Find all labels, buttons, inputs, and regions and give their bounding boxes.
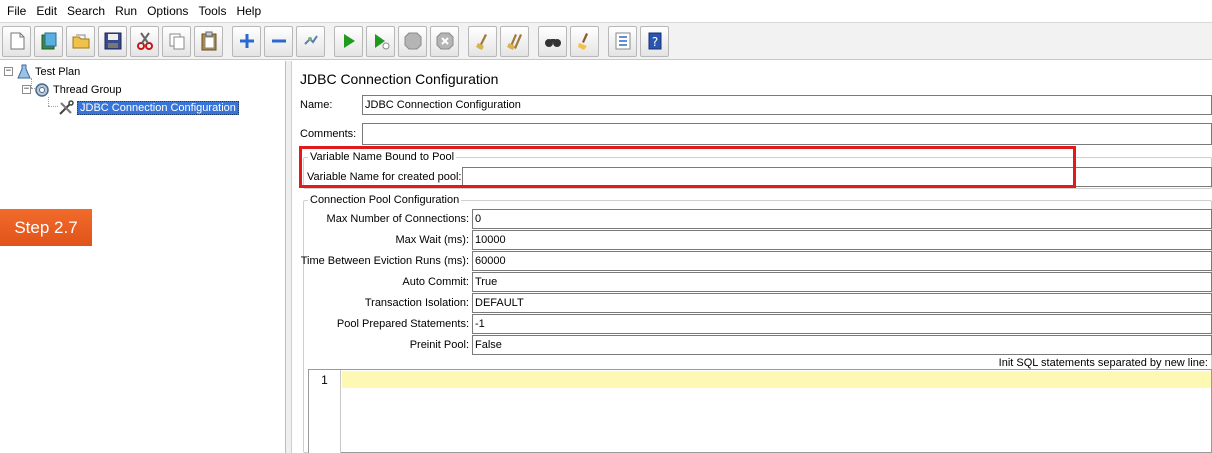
copy-button[interactable] [162, 25, 191, 57]
tree-node-thread-group[interactable]: − Thread Group [22, 81, 121, 98]
save-icon [104, 32, 121, 50]
clear-all-button[interactable] [500, 25, 529, 57]
gear-icon [34, 82, 50, 98]
start-button[interactable] [334, 25, 363, 57]
open-icon [72, 34, 89, 49]
svg-text:?: ? [651, 35, 657, 49]
page-title: JDBC Connection Configuration [300, 71, 499, 87]
menu-edit[interactable]: Edit [31, 0, 62, 22]
cut-icon [136, 32, 153, 50]
stop-button[interactable] [398, 25, 427, 57]
menu-options[interactable]: Options [142, 0, 193, 22]
toggle-icon [303, 35, 318, 45]
shutdown-button[interactable] [430, 25, 459, 57]
transaction-isolation-select[interactable]: DEFAULT [472, 293, 1212, 313]
menu-file[interactable]: File [2, 0, 31, 22]
max-wait-field[interactable]: 10000 [472, 230, 1212, 250]
tree-node-test-plan[interactable]: − Test Plan [4, 63, 80, 80]
copy-icon [169, 33, 184, 50]
name-field[interactable]: JDBC Connection Configuration [362, 95, 1212, 115]
new-button[interactable] [2, 25, 31, 57]
search-button[interactable] [538, 25, 567, 57]
connection-pool-group-title: Connection Pool Configuration [308, 194, 462, 206]
prepared-statements-field[interactable]: -1 [472, 314, 1212, 334]
eviction-runs-label: Time Between Eviction Runs (ms): [300, 255, 469, 267]
shutdown-icon [436, 32, 453, 50]
paste-button[interactable] [194, 25, 223, 57]
test-plan-tree: − Test Plan − Thread Group JDBC Connecti… [0, 61, 286, 453]
config-panel: JDBC Connection Configuration Name: JDBC… [293, 61, 1212, 453]
start-icon [343, 34, 355, 48]
reset-search-button[interactable] [570, 25, 599, 57]
stop-icon [404, 32, 421, 50]
start-no-timers-button[interactable] [366, 25, 395, 57]
new-icon [10, 32, 24, 50]
current-line-highlight[interactable] [342, 371, 1211, 388]
auto-commit-label: Auto Commit: [402, 276, 469, 288]
cut-button[interactable] [130, 25, 159, 57]
function-helper-icon [615, 32, 630, 50]
collapse-toggle-icon[interactable]: − [22, 85, 31, 94]
toggle-button[interactable] [296, 25, 325, 57]
expand-button[interactable] [232, 25, 261, 57]
menu-tools[interactable]: Tools [193, 0, 231, 22]
transaction-isolation-label: Transaction Isolation: [364, 297, 469, 309]
auto-commit-select[interactable]: True [472, 272, 1212, 292]
highlight-box [299, 146, 1076, 188]
help-button[interactable]: ? [640, 25, 669, 57]
step-badge: Step 2.7 [0, 209, 92, 246]
init-sql-label: Init SQL statements separated by new lin… [998, 357, 1208, 369]
templates-icon [41, 32, 56, 50]
max-wait-label: Max Wait (ms): [395, 234, 469, 246]
collapse-icon [271, 39, 286, 43]
paste-icon [201, 31, 216, 51]
max-connections-label: Max Number of Connections: [326, 213, 469, 225]
clear-all-icon [506, 34, 522, 50]
init-sql-editor[interactable]: 1 [308, 369, 1212, 453]
tree-node-jdbc-config[interactable]: JDBC Connection Configuration [58, 99, 239, 116]
tree-label: JDBC Connection Configuration [77, 100, 239, 115]
save-button[interactable] [98, 25, 127, 57]
menu-search[interactable]: Search [62, 0, 110, 22]
name-label: Name: [300, 99, 333, 111]
max-connections-field[interactable]: 0 [472, 209, 1212, 229]
tree-connector [48, 97, 49, 106]
search-icon [544, 39, 561, 47]
collapse-button[interactable] [264, 25, 293, 57]
function-helper-button[interactable] [608, 25, 637, 57]
clear-icon [475, 34, 487, 50]
collapse-toggle-icon[interactable]: − [4, 67, 13, 76]
comments-label: Comments: [300, 128, 357, 140]
wrench-icon [58, 99, 74, 116]
expand-icon [239, 34, 254, 48]
preinit-pool-label: Preinit Pool: [409, 339, 469, 351]
line-number: 1 [321, 373, 328, 387]
menu-bar: File Edit Search Run Options Tools Help [0, 0, 1212, 22]
toolbar: ? [0, 22, 1212, 60]
line-number-gutter: 1 [309, 370, 341, 453]
start-no-timers-icon [374, 34, 389, 50]
menu-help[interactable]: Help [231, 0, 266, 22]
test-plan-icon [16, 64, 32, 80]
help-icon: ? [648, 32, 661, 50]
preinit-pool-select[interactable]: False [472, 335, 1212, 355]
split-pane-divider[interactable] [286, 61, 292, 453]
open-button[interactable] [66, 25, 95, 57]
templates-button[interactable] [34, 25, 63, 57]
tree-label: Test Plan [35, 65, 81, 78]
reset-search-icon [577, 33, 588, 50]
clear-button[interactable] [468, 25, 497, 57]
tree-label: Thread Group [53, 83, 122, 96]
tree-connector [48, 106, 58, 107]
comments-field[interactable] [362, 123, 1212, 145]
menu-run[interactable]: Run [110, 0, 142, 22]
eviction-runs-field[interactable]: 60000 [472, 251, 1212, 271]
prepared-statements-label: Pool Prepared Statements: [336, 318, 469, 330]
